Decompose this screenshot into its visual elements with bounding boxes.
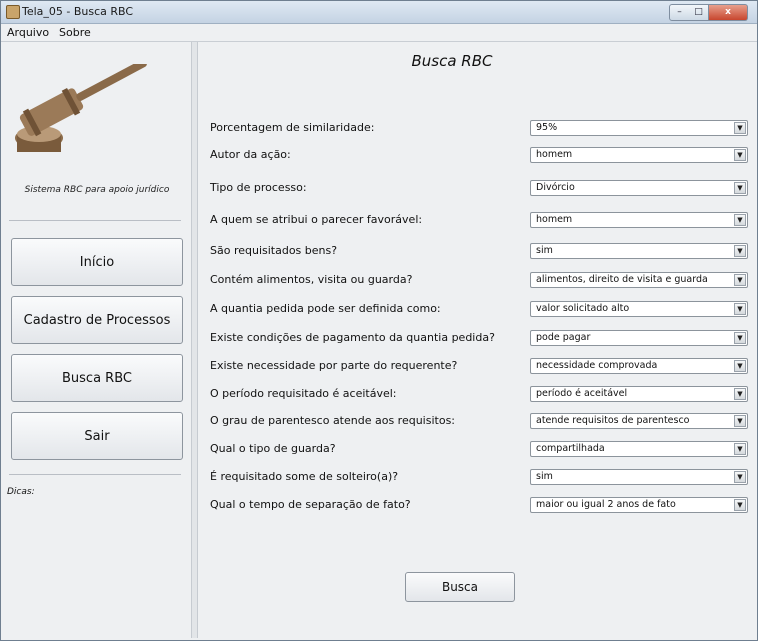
field-select[interactable]: sim ▼: [530, 243, 748, 259]
field-select[interactable]: maior ou igual 2 anos de fato ▼: [530, 497, 748, 513]
field-select-value: sim: [536, 245, 553, 256]
field-select-value: valor solicitado alto: [536, 303, 630, 314]
field-select[interactable]: 95% ▼: [530, 120, 748, 136]
app-icon: [6, 5, 20, 19]
dropdown-arrow-icon[interactable]: ▼: [734, 182, 746, 194]
page-title: Busca RBC: [411, 52, 493, 70]
menu-sobre[interactable]: Sobre: [59, 26, 91, 39]
field-label: Porcentagem de similaridade:: [210, 121, 375, 134]
dropdown-arrow-icon[interactable]: ▼: [734, 274, 746, 286]
dropdown-arrow-icon[interactable]: ▼: [734, 332, 746, 344]
field-select[interactable]: homem ▼: [530, 212, 748, 228]
minimize-button[interactable]: –: [669, 4, 690, 21]
field-label: São requisitados bens?: [210, 244, 338, 257]
gavel-logo-icon: [15, 64, 147, 152]
field-select[interactable]: compartilhada ▼: [530, 441, 748, 457]
field-label: Existe condições de pagamento da quantia…: [210, 331, 495, 344]
window-title: Tela_05 - Busca RBC: [22, 5, 134, 18]
field-label: Autor da ação:: [210, 148, 291, 161]
dropdown-arrow-icon[interactable]: ▼: [734, 245, 746, 257]
dropdown-arrow-icon[interactable]: ▼: [734, 471, 746, 483]
field-select[interactable]: necessidade comprovada ▼: [530, 358, 748, 374]
field-select-value: necessidade comprovada: [536, 360, 658, 371]
field-label: A quem se atribui o parecer favorável:: [210, 213, 423, 226]
field-select-value: 95%: [536, 122, 558, 133]
cadastro-processos-button[interactable]: Cadastro de Processos: [11, 296, 183, 344]
dropdown-arrow-icon[interactable]: ▼: [734, 360, 746, 372]
field-label: Existe necessidade por parte do requeren…: [210, 359, 458, 372]
field-select[interactable]: sim ▼: [530, 469, 748, 485]
close-button[interactable]: x: [709, 4, 748, 21]
main-panel: Busca RBC Porcentagem de similaridade: 95…: [198, 42, 756, 638]
field-select-value: período é aceitável: [536, 388, 628, 399]
dropdown-arrow-icon[interactable]: ▼: [734, 303, 746, 315]
inicio-button[interactable]: Início: [11, 238, 183, 286]
field-select[interactable]: homem ▼: [530, 147, 748, 163]
split-pane-divider[interactable]: [191, 42, 198, 638]
field-label: O período requisitado é aceitável:: [210, 387, 397, 400]
field-label: Contém alimentos, visita ou guarda?: [210, 273, 413, 286]
field-select-value: atende requisitos de parentesco: [536, 415, 690, 426]
dropdown-arrow-icon[interactable]: ▼: [734, 388, 746, 400]
sidebar: Sistema RBC para apoio jurídico Início C…: [3, 42, 191, 638]
field-select[interactable]: Divórcio ▼: [530, 180, 748, 196]
field-select-value: homem: [536, 214, 573, 225]
field-label: O grau de parentesco atende aos requisit…: [210, 414, 456, 427]
field-select-value: pode pagar: [536, 332, 591, 343]
divider: [9, 474, 181, 475]
dropdown-arrow-icon[interactable]: ▼: [734, 443, 746, 455]
tips-label: Dicas:: [7, 487, 35, 497]
field-select[interactable]: valor solicitado alto ▼: [530, 301, 748, 317]
dropdown-arrow-icon[interactable]: ▼: [734, 122, 746, 134]
dropdown-arrow-icon[interactable]: ▼: [734, 499, 746, 511]
field-label: Tipo de processo:: [210, 181, 307, 194]
busca-rbc-button[interactable]: Busca RBC: [11, 354, 183, 402]
field-select[interactable]: pode pagar ▼: [530, 330, 748, 346]
field-label: Qual o tempo de separação de fato?: [210, 498, 411, 511]
maximize-button[interactable]: □: [689, 4, 709, 21]
divider: [9, 220, 181, 221]
field-select-value: maior ou igual 2 anos de fato: [536, 499, 676, 510]
field-label: É requisitado some de solteiro(a)?: [210, 470, 399, 483]
field-label: Qual o tipo de guarda?: [210, 442, 336, 455]
menu-bar: Arquivo Sobre: [1, 24, 757, 42]
field-label: A quantia pedida pode ser definida como:: [210, 302, 441, 315]
dropdown-arrow-icon[interactable]: ▼: [734, 214, 746, 226]
menu-arquivo[interactable]: Arquivo: [7, 26, 49, 39]
sair-button[interactable]: Sair: [11, 412, 183, 460]
search-button[interactable]: Busca: [405, 572, 515, 602]
field-select-value: Divórcio: [536, 182, 575, 193]
field-select-value: sim: [536, 471, 553, 482]
app-window: Tela_05 - Busca RBC – □ x Arquivo Sobre …: [0, 0, 758, 641]
field-select[interactable]: alimentos, direito de visita e guarda ▼: [530, 272, 748, 288]
field-select-value: homem: [536, 149, 573, 160]
dropdown-arrow-icon[interactable]: ▼: [734, 149, 746, 161]
system-caption: Sistema RBC para apoio jurídico: [24, 185, 170, 195]
field-select-value: alimentos, direito de visita e guarda: [536, 274, 708, 285]
title-bar[interactable]: Tela_05 - Busca RBC – □ x: [1, 1, 757, 24]
field-select[interactable]: atende requisitos de parentesco ▼: [530, 413, 748, 429]
dropdown-arrow-icon[interactable]: ▼: [734, 415, 746, 427]
field-select-value: compartilhada: [536, 443, 605, 454]
field-select[interactable]: período é aceitável ▼: [530, 386, 748, 402]
